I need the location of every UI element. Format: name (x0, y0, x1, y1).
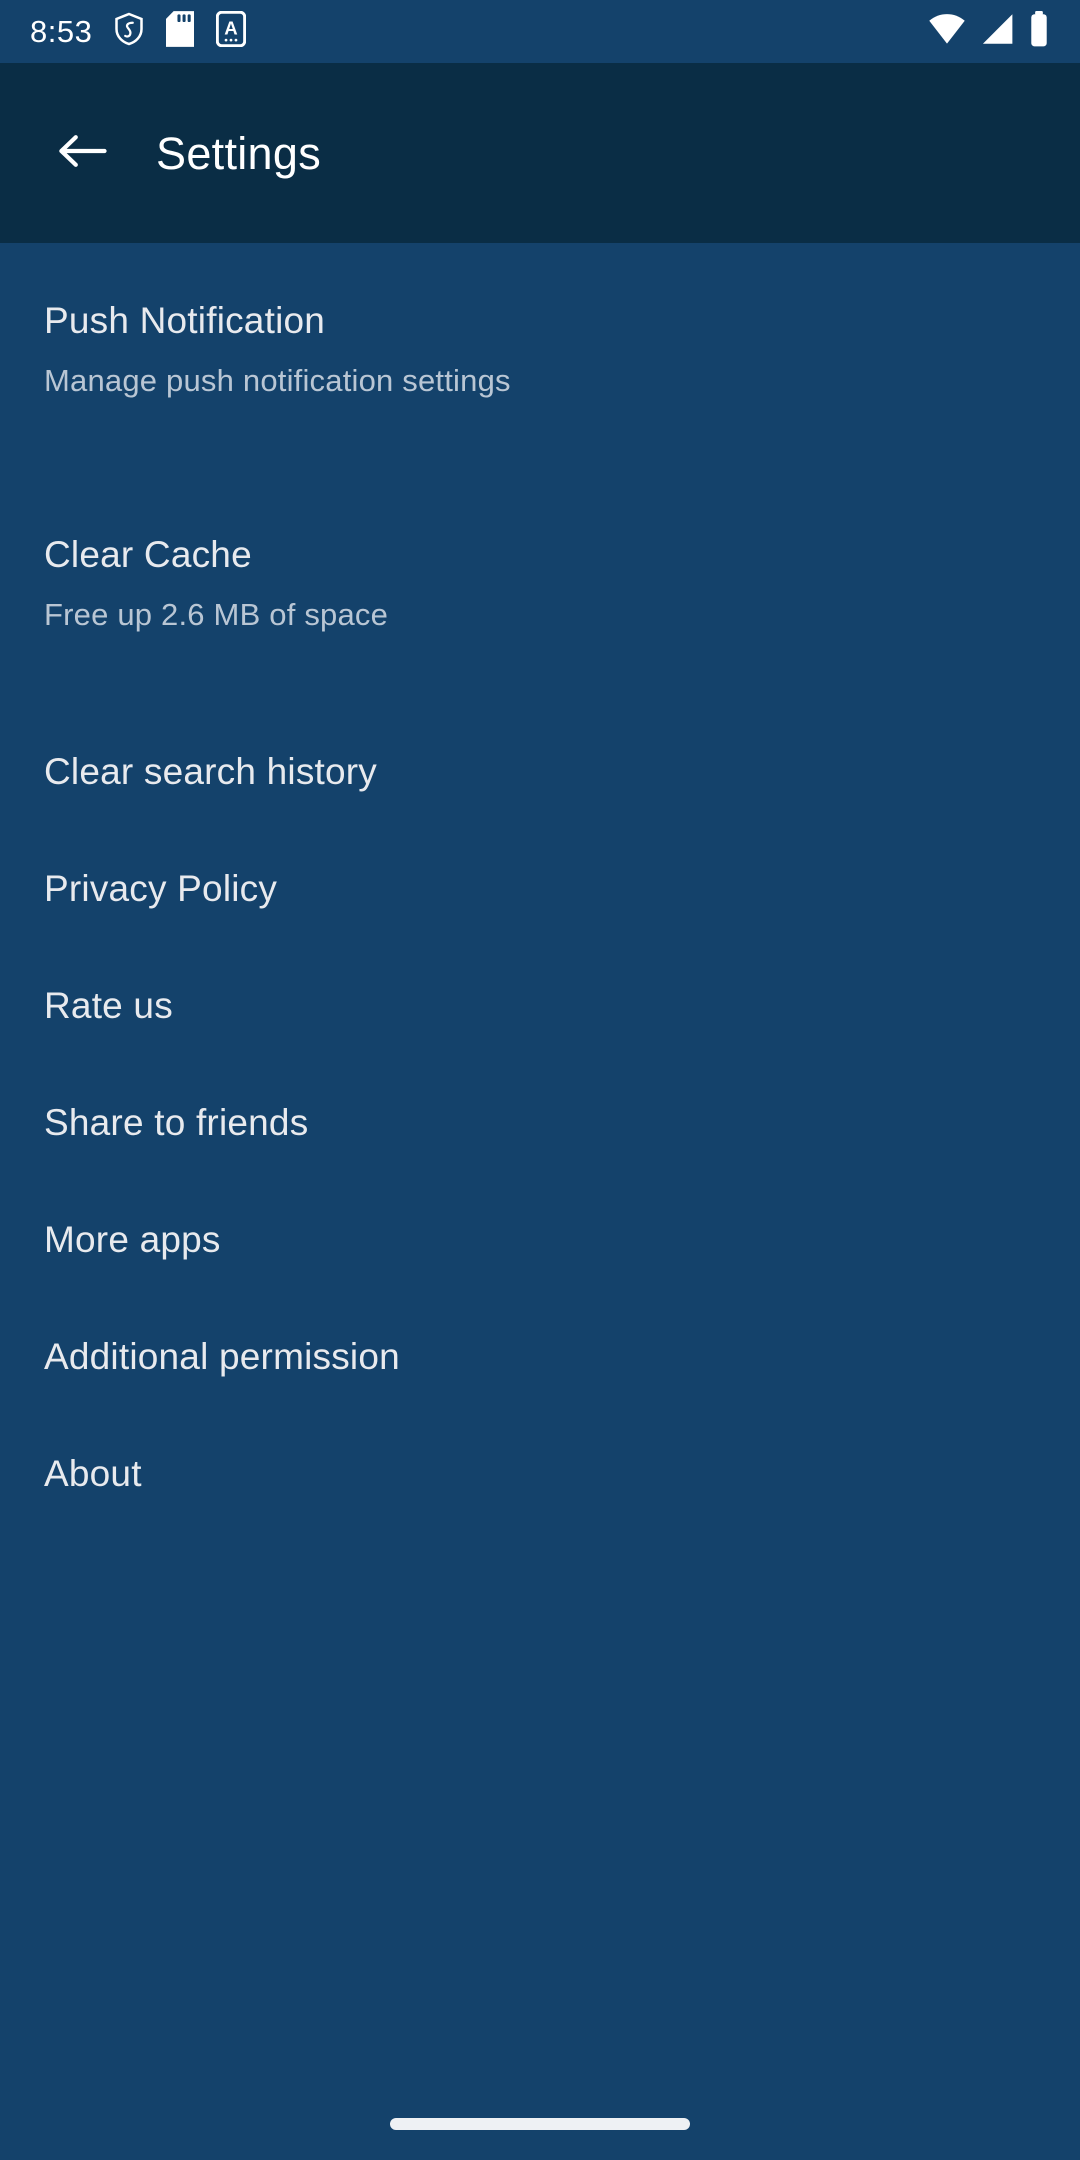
settings-item-privacy-policy[interactable]: Privacy Policy (0, 832, 1080, 949)
settings-item-title: Clear Cache (44, 534, 252, 575)
back-button[interactable] (34, 105, 130, 201)
settings-item-more-apps[interactable]: More apps (0, 1183, 1080, 1300)
status-bar: 8:53 A (0, 0, 1080, 63)
sd-card-icon (166, 11, 195, 52)
settings-item-rate-us[interactable]: Rate us (0, 949, 1080, 1066)
settings-item-title: About (44, 1453, 142, 1494)
letter-a-badge-icon: A (216, 10, 247, 52)
settings-screen: 8:53 A Settings Push Notification Manage… (0, 0, 1080, 2160)
settings-item-title: More apps (44, 1219, 221, 1260)
settings-item-title: Push Notification (44, 300, 326, 341)
svg-text:A: A (225, 18, 238, 39)
settings-item-share-to-friends[interactable]: Share to friends (0, 1066, 1080, 1183)
settings-item-title: Share to friends (44, 1102, 309, 1143)
shield-icon (114, 12, 144, 51)
settings-item-subtitle: Free up 2.6 MB of space (44, 597, 389, 632)
app-bar: Settings (0, 63, 1080, 243)
battery-icon (1028, 11, 1050, 52)
settings-item-title: Privacy Policy (44, 868, 278, 909)
settings-item-title: Additional permission (44, 1336, 400, 1377)
settings-item-about[interactable]: About (0, 1417, 1080, 1534)
settings-item-title: Clear search history (44, 751, 378, 792)
settings-item-clear-search-history[interactable]: Clear search history (0, 715, 1080, 832)
settings-item-title: Rate us (44, 985, 173, 1026)
cellular-signal-icon (980, 13, 1014, 50)
settings-item-clear-cache[interactable]: Clear Cache Free up 2.6 MB of space (0, 481, 1080, 715)
settings-item-subtitle: Manage push notification settings (44, 363, 511, 398)
settings-item-push-notification[interactable]: Push Notification Manage push notificati… (0, 247, 1080, 481)
navigation-bar (0, 2088, 1080, 2160)
status-bar-clock: 8:53 (30, 14, 93, 49)
home-indicator[interactable] (390, 2118, 690, 2130)
settings-list: Push Notification Manage push notificati… (0, 243, 1080, 1534)
page-title: Settings (156, 127, 321, 179)
status-bar-right-cluster (928, 11, 1050, 52)
settings-item-additional-permission[interactable]: Additional permission (0, 1300, 1080, 1417)
wifi-icon (928, 13, 966, 50)
status-bar-left-cluster: 8:53 A (30, 10, 247, 52)
arrow-left-icon (57, 132, 107, 175)
